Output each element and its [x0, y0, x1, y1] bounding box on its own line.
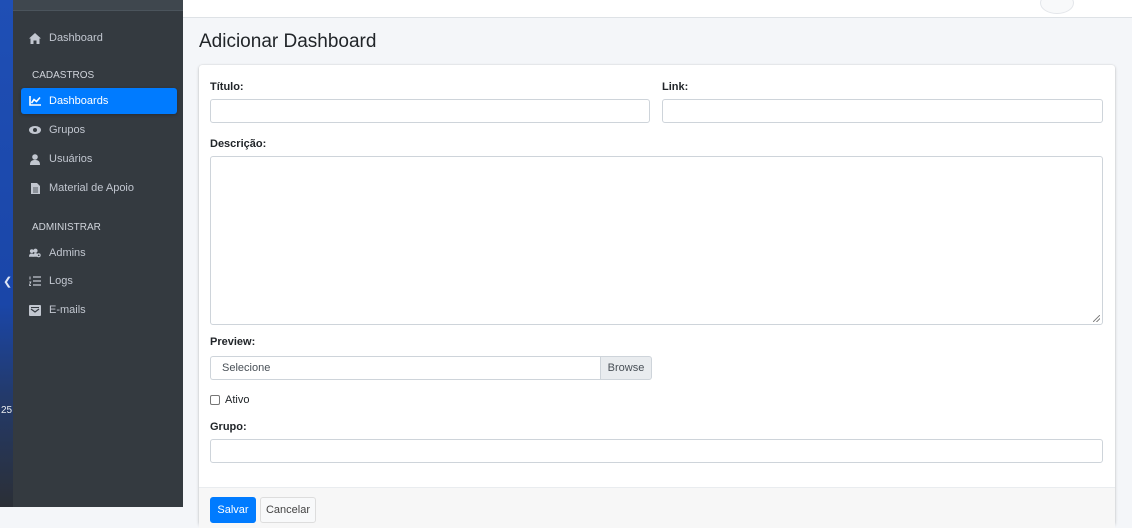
ativo-checkbox-row[interactable]: Ativo [210, 394, 249, 406]
users-cog-icon [29, 248, 41, 258]
ativo-checkbox[interactable] [210, 395, 220, 405]
user-icon [29, 153, 41, 165]
sidebar-item-usuarios[interactable]: Usuários [21, 146, 177, 172]
sidebar: Dashboard CADASTROS Dashboards Grupos Us… [13, 0, 183, 507]
sidebar-item-material-de-apoio[interactable]: Material de Apoio [21, 175, 177, 201]
ativo-label: Ativo [225, 394, 250, 406]
desktop-background-strip: ❮ 25 [0, 0, 13, 507]
link-input[interactable] [662, 99, 1103, 123]
grupo-select[interactable] [210, 439, 1103, 463]
chevron-left-icon[interactable]: ❮ [3, 275, 12, 288]
grupo-label: Grupo: [210, 421, 247, 433]
sidebar-item-label: Material de Apoio [49, 182, 134, 194]
mail-bulk-icon [29, 304, 41, 316]
sidebar-item-label: Admins [49, 247, 86, 259]
eye-icon [29, 126, 41, 134]
sidebar-item-label: Usuários [49, 153, 93, 165]
sidebar-item-grupos[interactable]: Grupos [21, 117, 177, 143]
sidebar-item-logs[interactable]: Logs [21, 268, 177, 294]
sidebar-item-label: Dashboards [49, 95, 109, 107]
cancel-button[interactable]: Cancelar [260, 497, 316, 523]
sidebar-item-label: Grupos [49, 124, 86, 136]
save-button[interactable]: Salvar [210, 497, 256, 523]
page-title: Adicionar Dashboard [199, 31, 377, 52]
sidebar-item-label: Dashboard [49, 32, 103, 44]
link-label: Link: [662, 81, 689, 93]
sidebar-item-dashboard[interactable]: Dashboard [21, 25, 177, 51]
sidebar-item-label: E-mails [49, 304, 86, 316]
footer-actions: Salvar Cancelar [210, 488, 410, 528]
sidebar-header-administrar: ADMINISTRAR [32, 222, 101, 233]
card-footer: Salvar Cancelar [199, 487, 1115, 528]
sidebar-brand-bar [13, 0, 183, 11]
titulo-label: Título: [210, 81, 244, 93]
file-icon [29, 182, 41, 194]
main-content: Adicionar Dashboard Título: Link: Descri… [183, 0, 1132, 528]
titulo-input[interactable] [210, 99, 650, 123]
sidebar-item-emails[interactable]: E-mails [21, 297, 177, 323]
preview-label: Preview: [210, 336, 256, 348]
list-ol-icon [29, 276, 41, 286]
user-avatar[interactable] [1040, 0, 1074, 14]
sidebar-item-admins[interactable]: Admins [21, 240, 177, 266]
top-navbar [183, 0, 1132, 18]
preview-file-input[interactable]: Selecione Browse [210, 356, 652, 380]
resize-grip-icon[interactable] [1093, 315, 1100, 322]
browse-button[interactable]: Browse [600, 356, 652, 380]
sidebar-item-dashboards[interactable]: Dashboards [21, 88, 177, 114]
sidebar-header-cadastros: CADASTROS [32, 70, 95, 81]
sidebar-item-label: Logs [49, 275, 73, 287]
home-icon [29, 32, 41, 44]
desktop-clock-fragment: 25 [1, 405, 13, 416]
dashboard-form-card: Título: Link: Descrição: Preview: Seleci… [199, 65, 1115, 528]
preview-file-name[interactable]: Selecione [210, 356, 600, 380]
descricao-label: Descrição: [210, 138, 267, 150]
descricao-textarea[interactable] [210, 156, 1103, 325]
chart-line-icon [29, 96, 41, 106]
